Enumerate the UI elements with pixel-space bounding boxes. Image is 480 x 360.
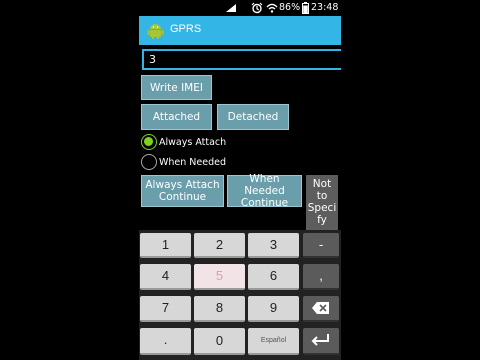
key-2-label: 2 [215, 237, 224, 252]
key-6[interactable]: 6 [248, 264, 299, 290]
status-bar: 86% 23:48 [139, 0, 341, 16]
always-attach-continue-line1: Always Attach [145, 179, 220, 191]
key-period-label: . [163, 332, 168, 347]
always-attach-continue-button[interactable]: Always Attach Continue [141, 175, 224, 207]
action-bar: GPRS [139, 16, 341, 45]
battery-percent: 86% [279, 2, 301, 13]
numeric-keyboard: 1 2 3 - 4 5 6 , 7 8 9 . 0 Español [139, 230, 341, 360]
imei-input-value: 3 [149, 53, 156, 66]
key-7-label: 7 [161, 300, 170, 315]
detached-button[interactable]: Detached [217, 104, 289, 130]
always-attach-continue-line2: Continue [158, 191, 207, 203]
key-comma[interactable]: , [303, 264, 339, 290]
key-8-label: 8 [215, 300, 224, 315]
clock: 23:48 [311, 2, 339, 13]
wifi-icon [266, 2, 278, 14]
when-needed-radio-label: When Needed [159, 157, 227, 168]
when-needed-continue-button[interactable]: When Needed Continue [227, 173, 302, 209]
key-minus[interactable]: - [303, 233, 339, 258]
alarm-icon [251, 2, 263, 14]
key-8[interactable]: 8 [194, 296, 245, 322]
not-to-specify-line3: Speci [307, 202, 337, 214]
key-3-label: 3 [269, 237, 278, 252]
enter-icon [311, 334, 329, 346]
not-to-specify-button[interactable]: Not to Speci fy [306, 175, 338, 230]
always-attach-radio[interactable] [141, 134, 157, 150]
not-to-specify-line1: Not [312, 178, 332, 190]
key-4[interactable]: 4 [140, 264, 191, 290]
main-content: 3 Write IMEI Attached Detached Always At… [139, 45, 341, 230]
key-6-label: 6 [269, 268, 278, 283]
signal-icon [225, 2, 237, 14]
android-icon[interactable] [146, 21, 165, 40]
key-3[interactable]: 3 [248, 233, 299, 258]
when-needed-continue-line1: When Needed [244, 173, 285, 197]
key-minus-label: - [318, 237, 324, 252]
key-7[interactable]: 7 [140, 296, 191, 322]
key-comma-label: , [319, 268, 323, 283]
key-9-label: 9 [269, 300, 278, 315]
key-period[interactable]: . [140, 328, 191, 355]
key-4-label: 4 [161, 268, 170, 283]
always-attach-radio-label: Always Attach [159, 137, 227, 148]
when-needed-continue-line2: Continue [240, 197, 289, 209]
key-5-label: 5 [215, 268, 224, 283]
imei-input[interactable]: 3 [142, 49, 341, 70]
write-imei-label: Write IMEI [150, 81, 203, 94]
key-2[interactable]: 2 [194, 233, 245, 258]
backspace-key[interactable] [303, 296, 339, 322]
app-title: GPRS [170, 23, 202, 35]
backspace-icon [312, 302, 329, 314]
detached-label: Detached [227, 111, 279, 123]
key-5[interactable]: 5 [194, 264, 245, 290]
not-to-specify-line2: to [316, 190, 328, 202]
key-1-label: 1 [161, 237, 170, 252]
attached-button[interactable]: Attached [141, 104, 212, 130]
space-key[interactable]: Español [248, 328, 299, 355]
battery-icon [302, 2, 309, 14]
when-needed-radio[interactable] [141, 154, 157, 170]
key-9[interactable]: 9 [248, 296, 299, 322]
key-0[interactable]: 0 [194, 328, 245, 355]
key-1[interactable]: 1 [140, 233, 191, 258]
space-key-label: Español [260, 337, 287, 344]
key-0-label: 0 [215, 333, 224, 348]
attached-label: Attached [152, 111, 201, 123]
write-imei-button[interactable]: Write IMEI [141, 75, 212, 100]
not-to-specify-line4: fy [317, 214, 327, 226]
phone-screen: 86% 23:48 GPRS 3 Write IMEI Attached Det… [139, 0, 341, 360]
enter-key[interactable] [303, 328, 339, 355]
